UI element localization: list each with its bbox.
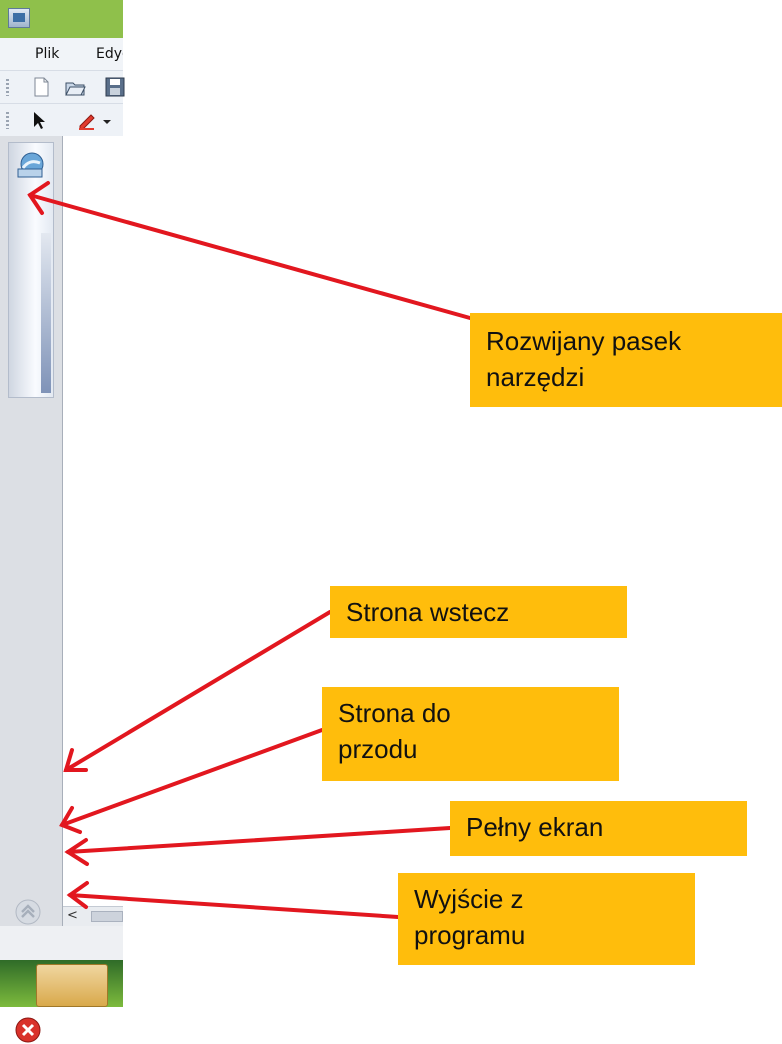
callout-exit: Wyjście z programu (398, 873, 695, 965)
toolbar-grip-2[interactable] (6, 112, 9, 129)
menu-edit[interactable]: Edycja (96, 46, 123, 62)
app-window-strip: Plik Edycja (0, 0, 126, 1043)
pen-icon[interactable] (76, 109, 98, 131)
callout-forward-line1: Strona do (338, 698, 451, 728)
window-bottom-gap (0, 926, 123, 960)
pointer-arrow-icon[interactable] (28, 109, 50, 131)
callout-full-line1: Pełny ekran (466, 812, 604, 842)
title-bar (0, 0, 123, 38)
callout-exit-line2: programu (414, 920, 526, 950)
canvas-area[interactable] (63, 136, 123, 926)
dropdown-caret-icon[interactable] (100, 109, 114, 131)
callout-exit-line1: Wyjście z (414, 884, 524, 914)
app-icon[interactable] (8, 8, 30, 28)
save-icon[interactable] (104, 76, 126, 98)
menu-file[interactable]: Plik (35, 46, 59, 62)
callout-forward-line2: przodu (338, 734, 418, 764)
drawer-scroll-strip (41, 233, 51, 393)
folder-icon[interactable] (36, 964, 108, 1007)
drawing-toolbar (0, 103, 123, 137)
taskbar (0, 960, 123, 1007)
page-back-button[interactable] (14, 898, 42, 926)
arrow-fullscreen (66, 826, 452, 854)
callout-fullscreen: Pełny ekran (450, 801, 747, 856)
callout-dropdown-toolbar: Rozwijany pasek narzędzi (470, 313, 782, 407)
callout-page-back: Strona wstecz (330, 586, 627, 638)
scroll-left-arrow-icon[interactable]: < (67, 908, 78, 923)
callout-back-line1: Strona wstecz (346, 597, 510, 627)
scroll-thumb[interactable] (91, 911, 123, 922)
exit-button[interactable] (14, 1016, 42, 1044)
side-panel (0, 136, 63, 1043)
callout-dropdown-line1: Rozwijany pasek (486, 326, 682, 356)
dropdown-toolbar[interactable] (8, 142, 54, 398)
gallery-icon[interactable] (14, 149, 48, 181)
toolbar-grip[interactable] (6, 79, 9, 96)
open-folder-icon[interactable] (64, 76, 86, 98)
standard-toolbar (0, 70, 126, 104)
callout-dropdown-line2: narzędzi (486, 362, 585, 392)
menu-bar: Plik Edycja (0, 38, 123, 70)
callout-page-forward: Strona do przodu (322, 687, 619, 781)
horizontal-scrollbar[interactable]: < (63, 906, 123, 927)
new-page-icon[interactable] (30, 76, 52, 98)
